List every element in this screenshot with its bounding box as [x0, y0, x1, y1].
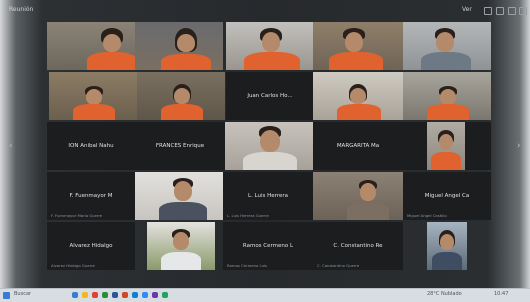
participant-tile[interactable]: [135, 22, 223, 70]
participant-tile[interactable]: [427, 222, 467, 270]
app-icon[interactable]: [162, 292, 168, 298]
edge-icon[interactable]: [132, 292, 138, 298]
zoom-icon[interactable]: [142, 292, 148, 298]
browser-icon[interactable]: [92, 292, 98, 298]
participant-tile[interactable]: Alvarez Hidalgo Alvarez Hidalgo Guerre: [47, 222, 135, 270]
close-icon[interactable]: [519, 7, 527, 15]
participant-tile[interactable]: [403, 22, 491, 70]
participant-tile[interactable]: [49, 72, 137, 120]
app-icon[interactable]: [152, 292, 158, 298]
participant-tile[interactable]: [403, 122, 491, 170]
participant-tile[interactable]: L. Luis Herrera L. Luis Herrera Guerre: [223, 172, 313, 220]
participant-tile[interactable]: C. Constantino Re C. Constantino Guerre: [313, 222, 403, 270]
taskbar-search[interactable]: Buscar: [14, 291, 31, 297]
settings-icon[interactable]: [484, 7, 492, 15]
fullscreen-icon[interactable]: [508, 7, 516, 15]
participant-tile[interactable]: MARGARITA Ma: [313, 122, 403, 170]
participant-tile[interactable]: [313, 22, 403, 70]
participant-tile[interactable]: [135, 172, 223, 220]
word-icon[interactable]: [112, 292, 118, 298]
meeting-title: Reunión: [9, 6, 34, 13]
view-button[interactable]: Ver: [462, 6, 472, 13]
participant-tile[interactable]: Ramos Cermeno L Ramos Cermeno Luis: [223, 222, 313, 270]
participant-tile[interactable]: [313, 72, 403, 120]
previous-page-icon[interactable]: ‹: [9, 141, 13, 151]
participant-tile[interactable]: [137, 72, 225, 120]
excel-icon[interactable]: [102, 292, 108, 298]
zoom-meeting-window: Reunión Ver ‹ › Juan Carlos Ho... ION An…: [0, 0, 530, 301]
minimize-icon[interactable]: [496, 7, 504, 15]
windows-start-icon[interactable]: [3, 292, 10, 299]
participant-tile[interactable]: [226, 22, 314, 70]
participant-tile[interactable]: Juan Carlos Ho...: [226, 72, 314, 120]
system-clock[interactable]: 10:47: [494, 291, 508, 297]
file-explorer-icon[interactable]: [82, 292, 88, 298]
participant-tile[interactable]: [147, 222, 215, 270]
participant-tile[interactable]: F. Fuenmayor M F. Fuenmayor Maria Guerre: [47, 172, 135, 220]
participant-tile[interactable]: Miguel Angel Ca Miguel Angel Castillo: [403, 172, 491, 220]
title-bar: Reunión Ver: [0, 4, 530, 18]
powerpoint-icon[interactable]: [122, 292, 128, 298]
windows-taskbar: Buscar 28°C Nublado 10:47: [0, 288, 530, 302]
participant-tile[interactable]: [403, 72, 491, 120]
participant-tile[interactable]: [313, 172, 403, 220]
weather-widget[interactable]: 28°C Nublado: [427, 291, 462, 297]
participant-tile[interactable]: [225, 122, 313, 170]
participant-tile[interactable]: [47, 22, 135, 70]
task-view-icon[interactable]: [72, 292, 78, 298]
participant-tile[interactable]: ION Anibal Nahu: [47, 122, 135, 170]
next-page-icon[interactable]: ›: [517, 141, 521, 151]
participant-tile[interactable]: FRANCES Enrique: [135, 122, 225, 170]
